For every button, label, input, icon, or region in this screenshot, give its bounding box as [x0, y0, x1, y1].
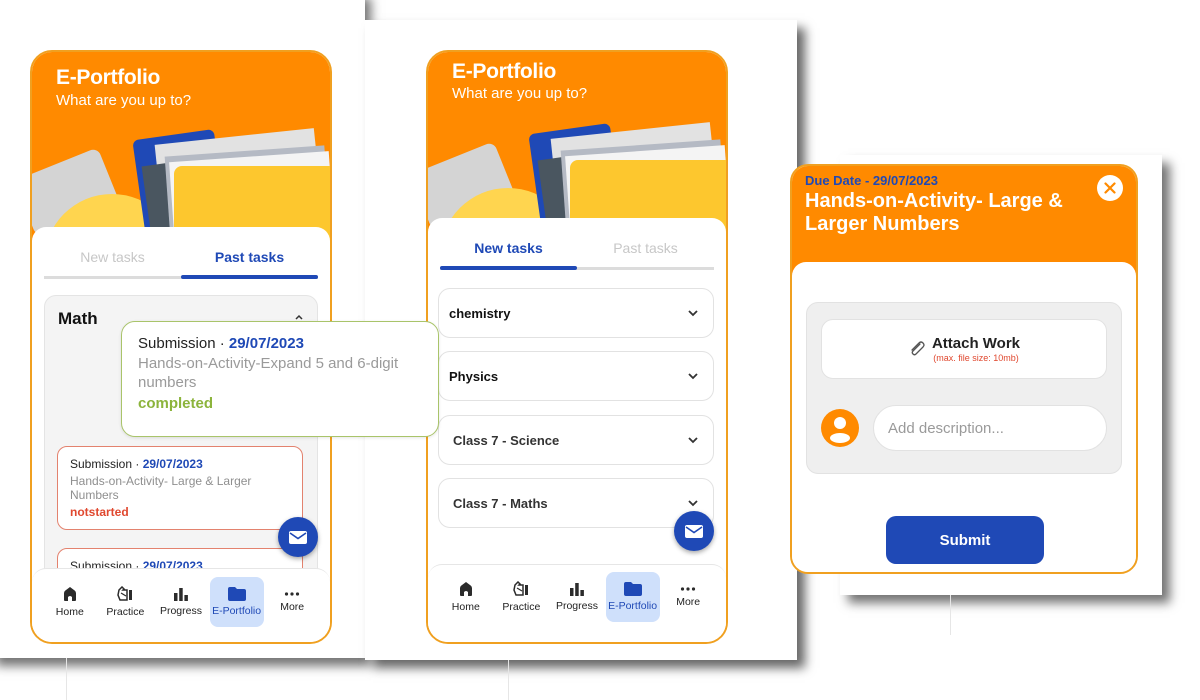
message-fab-button[interactable]: [278, 517, 318, 557]
more-dots-icon: [285, 591, 300, 596]
page-title: E-Portfolio: [452, 60, 557, 83]
divider: [508, 660, 509, 700]
tab-past-tasks[interactable]: Past tasks: [577, 230, 714, 267]
tab-past-tasks[interactable]: Past tasks: [181, 239, 318, 279]
nav-label: Progress: [555, 599, 598, 612]
nav-label: More: [676, 595, 701, 608]
page-subtitle: What are you up to?: [56, 92, 192, 109]
subject-label: Physics: [449, 368, 499, 384]
mail-icon: [289, 530, 307, 544]
attach-text: Attach Work (max. file size: 10mb): [932, 335, 1020, 363]
submission-card[interactable]: Submission · 29/07/2023 Hands-on-Activit…: [57, 446, 303, 530]
practice-icon: [117, 585, 133, 601]
phone-screen-new-tasks: E-Portfolio What are you up to? New task…: [426, 50, 728, 644]
submission-header: Submission · 29/07/2023: [138, 335, 422, 352]
description-row: [821, 405, 1107, 451]
attach-label: Attach Work: [931, 335, 1021, 352]
nav-eportfolio[interactable]: E-Portfolio: [605, 571, 660, 622]
nav-practice[interactable]: Practice: [494, 572, 548, 622]
nav-label: Practice: [106, 605, 145, 618]
nav-label: Home: [451, 600, 480, 613]
chevron-down-icon: [688, 500, 698, 507]
nav-label: Progress: [159, 604, 202, 617]
status-badge: completed: [138, 395, 214, 412]
mail-icon: [685, 524, 703, 538]
submit-button[interactable]: Submit: [886, 516, 1044, 564]
modal-header: Due Date - 29/07/2023 Hands-on-Activity-…: [792, 166, 1136, 276]
status-badge: notstarted: [70, 505, 129, 519]
submission-date: 29/07/2023: [228, 335, 304, 352]
avatar: [821, 409, 859, 447]
task-tabs: New tasks Past tasks: [440, 230, 714, 270]
bar-chart-icon: [173, 587, 188, 601]
submission-form: Attach Work (max. file size: 10mb): [806, 302, 1122, 474]
nav-practice[interactable]: Practice: [98, 577, 152, 627]
tab-new-tasks[interactable]: New tasks: [440, 230, 577, 270]
paperclip-icon: [911, 341, 925, 356]
bottom-navigation: Home Practice Progress E-Portfolio More: [32, 568, 330, 642]
nav-label: E-Portfolio: [608, 599, 658, 612]
close-button[interactable]: [1097, 175, 1123, 201]
nav-home[interactable]: Home: [43, 577, 97, 627]
due-date: Due Date - 29/07/2023: [805, 173, 938, 188]
submission-name: Hands-on-Activity-Expand 5 and 6-digit n…: [138, 355, 399, 391]
nav-label: E-Portfolio: [212, 604, 262, 617]
subject-item-class7-science[interactable]: Class 7 - Science: [438, 415, 714, 465]
file-size-note: (max. file size: 10mb): [933, 353, 1019, 363]
section-title: Math: [58, 309, 98, 328]
page-subtitle: What are you up to?: [452, 85, 588, 102]
subject-label: Class 7 - Maths: [453, 495, 548, 511]
message-fab-button[interactable]: [674, 511, 714, 551]
nav-progress[interactable]: Progress: [154, 577, 208, 627]
submission-header: Submission · 29/07/2023: [70, 457, 290, 471]
divider: [66, 658, 67, 700]
home-icon: [63, 586, 76, 601]
folder-icon: [227, 586, 246, 601]
header-banner: E-Portfolio What are you up to?: [32, 52, 330, 252]
subject-label: chemistry: [449, 305, 511, 321]
divider: [950, 595, 951, 635]
folder-icon: [623, 581, 642, 596]
bottom-navigation: Home Practice Progress E-Portfolio More: [428, 564, 726, 642]
subject-item-class7-maths[interactable]: Class 7 - Maths: [438, 478, 714, 528]
submission-label: Submission ·: [70, 457, 143, 471]
nav-label: Home: [55, 605, 84, 618]
submit-work-modal: Due Date - 29/07/2023 Hands-on-Activity-…: [790, 164, 1138, 574]
page-title: E-Portfolio: [56, 66, 161, 89]
nav-eportfolio[interactable]: E-Portfolio: [209, 576, 264, 627]
home-icon: [459, 581, 472, 596]
nav-more[interactable]: More: [265, 577, 319, 627]
submission-card-completed[interactable]: Submission · 29/07/2023 Hands-on-Activit…: [121, 321, 439, 437]
nav-label: More: [280, 600, 305, 613]
submission-date: 29/07/2023: [142, 457, 203, 471]
task-tabs: New tasks Past tasks: [44, 239, 318, 279]
subject-item-physics[interactable]: Physics: [438, 351, 714, 401]
nav-progress[interactable]: Progress: [550, 572, 604, 622]
more-dots-icon: [681, 586, 696, 591]
bar-chart-icon: [569, 582, 584, 596]
submission-name: Hands-on-Activity- Large & Larger Number…: [70, 474, 252, 502]
subject-label: Class 7 - Science: [453, 432, 560, 448]
nav-home[interactable]: Home: [439, 572, 493, 622]
nav-label: Practice: [502, 600, 541, 613]
nav-more[interactable]: More: [661, 572, 715, 622]
practice-icon: [513, 580, 529, 596]
chevron-down-icon: [688, 437, 698, 444]
attach-work-button[interactable]: Attach Work (max. file size: 10mb): [821, 319, 1107, 379]
chevron-down-icon: [688, 373, 698, 380]
user-icon: [830, 417, 850, 443]
close-icon: [1104, 182, 1116, 194]
tab-new-tasks[interactable]: New tasks: [44, 239, 181, 276]
subject-item-chemistry[interactable]: chemistry: [438, 288, 714, 338]
chevron-down-icon: [688, 310, 698, 317]
content-panel: New tasks Past tasks chemistry Physics C…: [428, 218, 726, 642]
description-input[interactable]: [873, 405, 1107, 451]
modal-title: Hands-on-Activity- Large & Larger Number…: [805, 190, 1063, 235]
submission-label: Submission ·: [138, 335, 229, 352]
modal-body: Attach Work (max. file size: 10mb) Submi…: [792, 262, 1136, 572]
